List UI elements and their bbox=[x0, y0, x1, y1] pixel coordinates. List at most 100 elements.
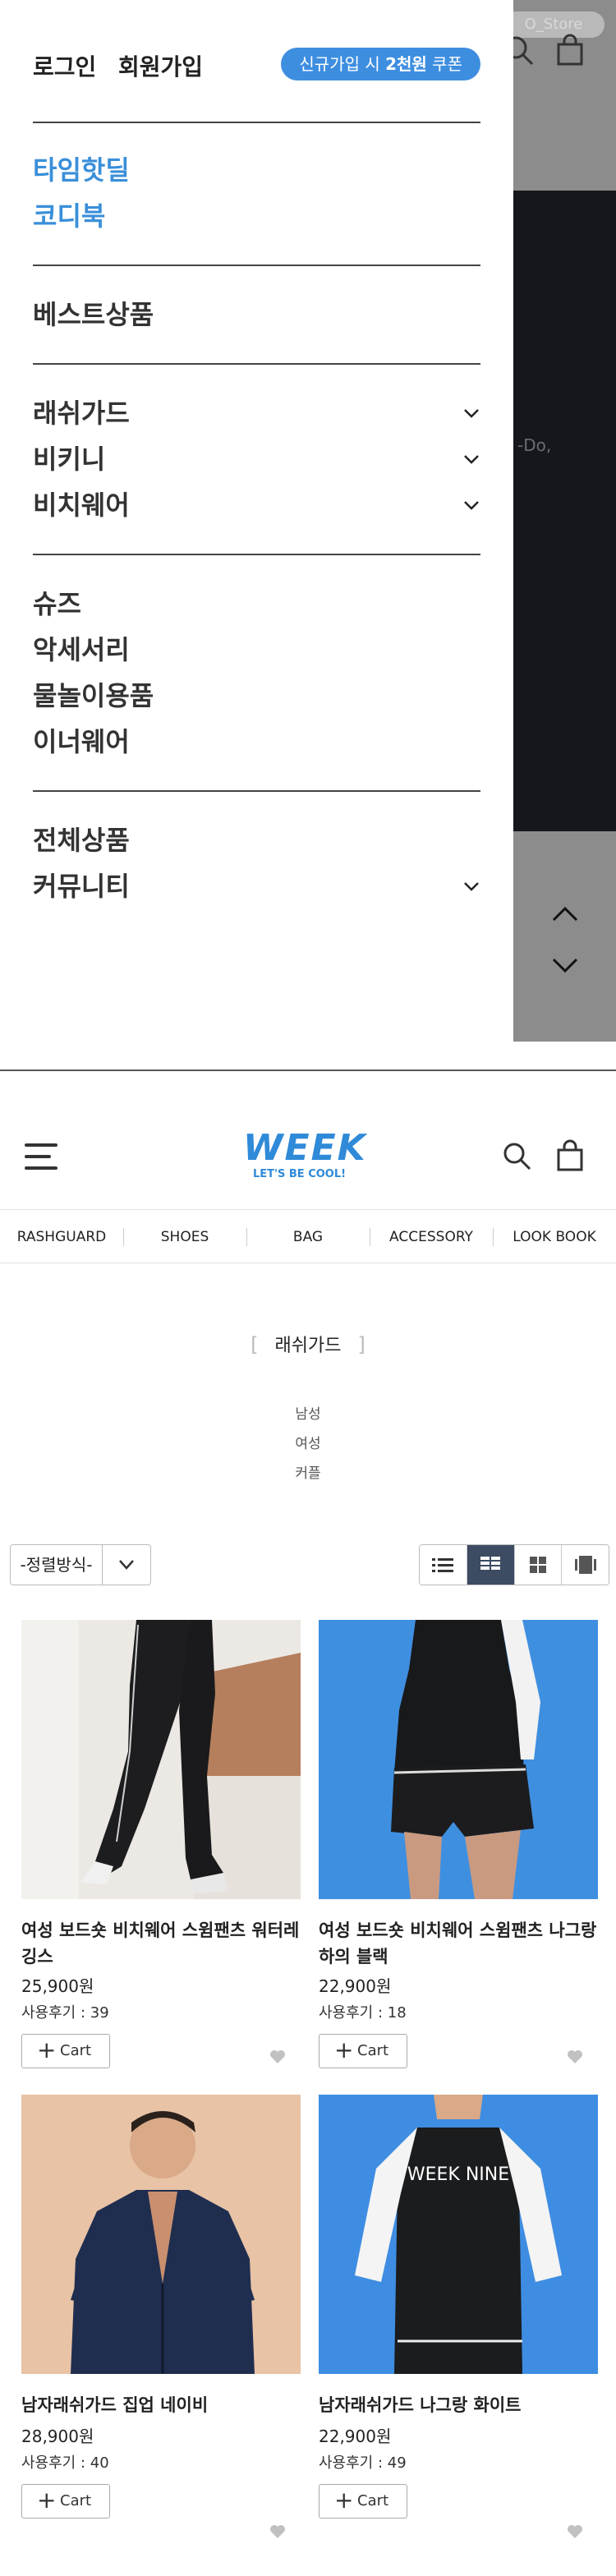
plus-icon: + bbox=[37, 2486, 57, 2514]
drawer-divider bbox=[33, 264, 480, 266]
subcategory-list: 남성 여성 커플 bbox=[0, 1400, 616, 1488]
drawer-divider bbox=[33, 122, 480, 123]
gallery-view-icon bbox=[574, 1556, 596, 1574]
product-image[interactable] bbox=[21, 2095, 301, 2374]
view-grid2-button[interactable] bbox=[466, 1545, 514, 1585]
heart-icon bbox=[568, 2525, 582, 2538]
overlay-dark-panel bbox=[513, 191, 616, 831]
login-link[interactable]: 로그인 bbox=[33, 49, 96, 82]
heart-icon bbox=[568, 2050, 582, 2063]
wishlist-button[interactable] bbox=[263, 2042, 292, 2072]
bracket-left: [ bbox=[251, 1333, 259, 1356]
add-to-cart-button[interactable]: + Cart bbox=[21, 2034, 110, 2068]
product-image[interactable]: WEEK NINE bbox=[319, 2095, 598, 2374]
menu-item-best[interactable]: 베스트상품 bbox=[33, 294, 480, 335]
bracket-right: ] bbox=[357, 1333, 365, 1356]
signup-coupon-badge[interactable]: 신규가입 시 2천원 쿠폰 bbox=[281, 48, 480, 80]
menu-item-label: 비키니 bbox=[33, 444, 106, 475]
grid-4-view-icon bbox=[529, 1557, 546, 1573]
add-to-cart-button[interactable]: + Cart bbox=[21, 2484, 110, 2518]
subcategory-female[interactable]: 여성 bbox=[0, 1429, 616, 1459]
heart-icon bbox=[270, 2525, 285, 2538]
product-image[interactable] bbox=[21, 1620, 301, 1899]
product-price: 22,900원 bbox=[319, 1976, 392, 1996]
cart-icon[interactable] bbox=[554, 1138, 586, 1173]
subcategory-male[interactable]: 남성 bbox=[0, 1400, 616, 1429]
scroll-up-icon[interactable] bbox=[549, 904, 582, 925]
view-gallery-button[interactable] bbox=[561, 1545, 609, 1585]
menu-icon[interactable] bbox=[25, 1143, 57, 1170]
menu-item-accessory[interactable]: 악세서리 bbox=[33, 629, 480, 670]
add-to-cart-button[interactable]: + Cart bbox=[319, 2484, 407, 2518]
product-image[interactable] bbox=[319, 1620, 598, 1899]
cart-button-label: Cart bbox=[357, 2492, 389, 2509]
product-card[interactable]: 여성 보드숏 비치웨어 스윔팬츠 워터레깅스 25,900원 사용후기 : 39… bbox=[21, 1620, 301, 2080]
menu-item-community[interactable]: 커뮤니티 bbox=[33, 866, 480, 907]
product-price: 28,900원 bbox=[21, 2426, 94, 2446]
menu-item-codibook[interactable]: 코디북 bbox=[33, 196, 480, 237]
chevron-down-icon[interactable] bbox=[462, 496, 480, 514]
catnav-shoes[interactable]: SHOES bbox=[123, 1210, 246, 1263]
catnav-lookbook[interactable]: LOOK BOOK bbox=[493, 1210, 616, 1263]
drawer-header: 로그인 회원가입 신규가입 시 2천원 쿠폰 bbox=[33, 46, 480, 82]
bag-icon bbox=[557, 34, 583, 66]
menu-item-label: 비치웨어 bbox=[33, 490, 130, 521]
catnav-accessory[interactable]: ACCESSORY bbox=[370, 1210, 493, 1263]
product-review-count: 사용후기 : 18 bbox=[319, 2004, 407, 2022]
search-icon[interactable] bbox=[501, 1140, 534, 1173]
wishlist-button[interactable] bbox=[560, 2517, 590, 2546]
side-drawer: 로그인 회원가입 신규가입 시 2천원 쿠폰 타임핫딜 코디북 베스트상품 래쉬… bbox=[0, 0, 513, 1042]
plus-icon: + bbox=[334, 2486, 354, 2514]
menu-item-time-hotdeal[interactable]: 타임핫딜 bbox=[33, 150, 480, 191]
product-name[interactable]: 남자래쉬가드 나그랑 화이트 bbox=[319, 2392, 598, 2418]
sort-dropdown-button[interactable] bbox=[103, 1545, 150, 1585]
chevron-down-icon[interactable] bbox=[462, 450, 480, 468]
plus-icon: + bbox=[37, 2036, 57, 2063]
sort-select[interactable]: -정렬방식- bbox=[10, 1544, 151, 1585]
product-review-count: 사용후기 : 49 bbox=[319, 2454, 407, 2472]
plus-icon: + bbox=[334, 2036, 354, 2063]
wishlist-button[interactable] bbox=[560, 2042, 590, 2072]
signup-link[interactable]: 회원가입 bbox=[118, 49, 203, 82]
product-card[interactable]: 여성 보드숏 비치웨어 스윔팬츠 나그랑 하의 블랙 22,900원 사용후기 … bbox=[319, 1620, 598, 2080]
logo[interactable]: WEEK LET'S BE COOL! bbox=[243, 1127, 375, 1180]
product-name[interactable]: 여성 보드숏 비치웨어 스윔팬츠 워터레깅스 bbox=[21, 1917, 301, 1970]
catnav-rashguard[interactable]: RASHGUARD bbox=[0, 1210, 123, 1263]
chevron-down-icon[interactable] bbox=[462, 877, 480, 895]
menu-item-all-products[interactable]: 전체상품 bbox=[33, 820, 480, 861]
shirt-print-text: WEEK NINE bbox=[407, 2164, 509, 2185]
product-price: 22,900원 bbox=[319, 2426, 392, 2446]
product-name[interactable]: 여성 보드숏 비치웨어 스윔팬츠 나그랑 하의 블랙 bbox=[319, 1917, 598, 1970]
subcategory-couple[interactable]: 커플 bbox=[0, 1459, 616, 1488]
cart-button-label: Cart bbox=[60, 2492, 92, 2509]
coupon-text: 신규가입 시 bbox=[299, 54, 386, 74]
wishlist-button[interactable] bbox=[263, 2517, 292, 2546]
logo-wordmark: WEEK bbox=[243, 1127, 367, 1169]
add-to-cart-button[interactable]: + Cart bbox=[319, 2034, 407, 2068]
view-list-button[interactable] bbox=[420, 1545, 467, 1585]
product-card[interactable]: 남자래쉬가드 집업 네이비 28,900원 사용후기 : 40 + Cart bbox=[21, 2095, 301, 2555]
menu-item-water-goods[interactable]: 물놀이용품 bbox=[33, 675, 480, 716]
chevron-down-icon[interactable] bbox=[462, 404, 480, 422]
coupon-amount: 2천원 bbox=[385, 54, 427, 74]
product-name[interactable]: 남자래쉬가드 집업 네이비 bbox=[21, 2392, 301, 2418]
menu-item-innerwear[interactable]: 이너웨어 bbox=[33, 721, 480, 762]
overlay-text: -Do, bbox=[517, 435, 552, 455]
product-review-count: 사용후기 : 40 bbox=[21, 2454, 109, 2472]
product-card[interactable]: WEEK NINE 남자래쉬가드 나그랑 화이트 22,900원 사용후기 : … bbox=[319, 2095, 598, 2555]
scroll-down-icon[interactable] bbox=[549, 954, 582, 976]
menu-item-shoes[interactable]: 슈즈 bbox=[33, 583, 480, 624]
view-grid4-button[interactable] bbox=[513, 1545, 562, 1585]
menu-item-beachwear[interactable]: 비치웨어 bbox=[33, 485, 480, 526]
menu-item-bikini[interactable]: 비키니 bbox=[33, 439, 480, 480]
coupon-text-suffix: 쿠폰 bbox=[426, 54, 462, 74]
category-title-text: 래쉬가드 bbox=[274, 1336, 342, 1356]
menu-item-rashguard[interactable]: 래쉬가드 bbox=[33, 393, 480, 434]
view-mode-toggle bbox=[419, 1544, 609, 1585]
product-review-count: 사용후기 : 39 bbox=[21, 2004, 109, 2022]
drawer-divider bbox=[33, 554, 480, 555]
drawer-divider bbox=[33, 790, 480, 792]
cart-button-label: Cart bbox=[60, 2042, 92, 2059]
sort-select-value: -정렬방식- bbox=[11, 1545, 103, 1585]
catnav-bag[interactable]: BAG bbox=[246, 1210, 370, 1263]
